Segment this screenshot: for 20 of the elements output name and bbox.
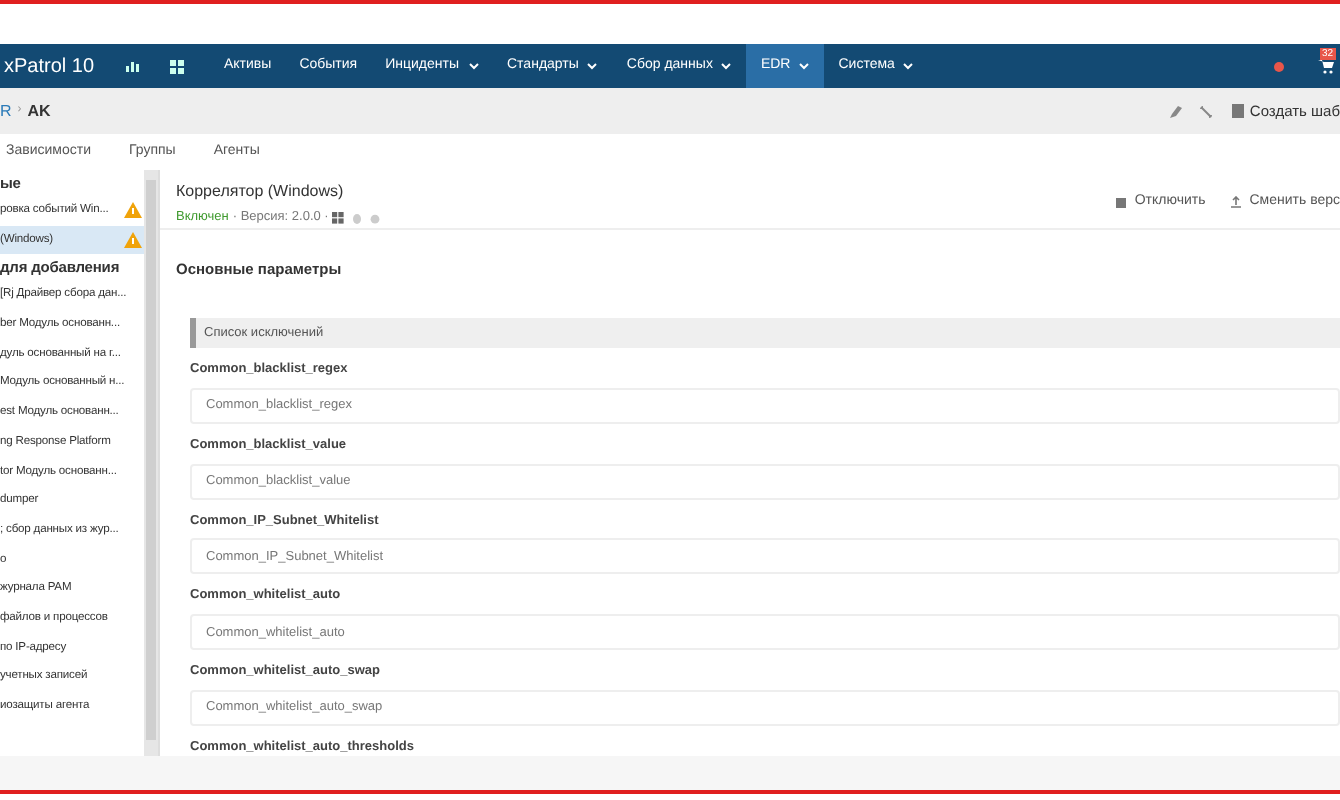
caret-icon — [586, 62, 599, 70]
document-icon — [1231, 104, 1244, 118]
breadcrumb-current: AK — [27, 99, 51, 123]
bar-chart-icon[interactable] — [126, 60, 140, 72]
caret-icon — [902, 62, 915, 70]
stop-icon — [1116, 197, 1127, 208]
windows-icon — [332, 211, 345, 224]
caret-icon — [467, 62, 479, 70]
warning-icon — [124, 232, 143, 249]
logo-text[interactable]: xPatrol 10 — [4, 51, 120, 81]
scrollbar[interactable] — [144, 170, 158, 756]
breadcrumb-link[interactable]: R — [0, 99, 12, 123]
caret-icon — [720, 62, 733, 70]
module-title: Коррелятор (Windows) — [176, 180, 346, 204]
upload-icon — [1229, 196, 1242, 209]
caret-icon — [798, 62, 811, 70]
cart-icon[interactable] — [1318, 59, 1334, 73]
warning-icon — [124, 202, 143, 219]
grid-icon[interactable] — [170, 59, 184, 73]
pencil-icon[interactable] — [1169, 105, 1182, 117]
